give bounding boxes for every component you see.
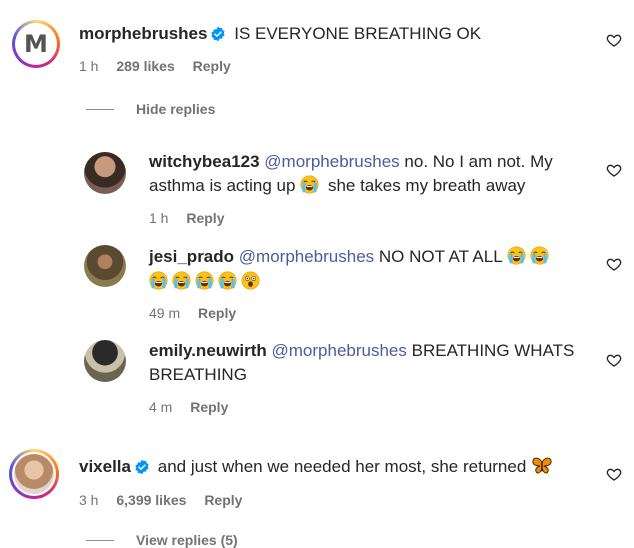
verified-badge-icon [134,459,150,475]
face-with-open-mouth-emoji [241,271,260,290]
reply-text-line-1: witchybea123 @morphebrushes no. No I am … [149,150,553,174]
comment-text: and just when we needed her most, she re… [157,457,527,476]
mention-link[interactable]: @morphebrushes [239,247,374,266]
reply-text: NO NOT AT ALL [378,247,503,266]
avatar[interactable] [84,245,126,287]
username[interactable]: vixella [79,457,131,476]
verified-badge-icon [210,26,226,42]
comment-meta: 3 h 6,399 likes Reply [79,492,256,508]
mention-link[interactable]: @morphebrushes [264,152,399,171]
heart-icon[interactable] [606,256,622,272]
reply-text-line-2: BREATHING [149,363,247,387]
loudly-crying-face-emoji [149,271,168,290]
view-replies-label: View replies (5) [136,532,238,548]
likes-count[interactable]: 6,399 likes [116,492,186,508]
avatar[interactable]: M [12,20,60,68]
heart-icon[interactable] [606,352,622,368]
timestamp[interactable]: 3 h [79,492,98,508]
reply-button[interactable]: Reply [198,305,236,321]
reply-text-line-1: emily.neuwirth @morphebrushes BREATHING … [149,339,574,363]
loudly-crying-face-emoji [507,246,526,265]
reply-meta: 49 m Reply [149,305,250,321]
heart-icon[interactable] [606,466,622,482]
hide-replies-label: Hide replies [136,101,216,117]
reply-button[interactable]: Reply [190,399,228,415]
timestamp[interactable]: 1 h [149,210,168,226]
reply-text: no. No I am not. My [404,152,553,171]
divider [86,109,114,110]
username[interactable]: morphebrushes [79,24,207,43]
reply-text: asthma is acting up [149,176,296,195]
reply-button[interactable]: Reply [186,210,224,226]
username[interactable]: jesi_prado [149,247,234,266]
loudly-crying-face-emoji [218,271,237,290]
hide-replies-button[interactable]: Hide replies [86,101,215,117]
likes-count[interactable]: 289 likes [116,58,174,74]
username[interactable]: emily.neuwirth [149,341,267,360]
loudly-crying-face-emoji [195,271,214,290]
avatar[interactable] [9,449,59,499]
loudly-crying-face-emoji [300,175,319,194]
reply-meta: 1 h Reply [149,210,238,226]
butterfly-emoji [531,455,553,477]
reply-text-line-1: jesi_prado @morphebrushes NO NOT AT ALL [149,245,553,269]
comment-text: IS EVERYONE BREATHING OK [234,24,482,43]
timestamp[interactable]: 4 m [149,399,172,415]
reply-text: BREATHING WHATS [411,341,575,360]
mention-link[interactable]: @morphebrushes [272,341,407,360]
reply-emoji-line [149,270,264,294]
view-replies-button[interactable]: View replies (5) [86,532,238,548]
reply-text-line-2: asthma is acting up she takes my breath … [149,174,525,198]
heart-icon[interactable] [606,32,622,48]
timestamp[interactable]: 49 m [149,305,180,321]
avatar-logo-letter: M [24,30,48,58]
comment-meta: 1 h 289 likes Reply [79,58,245,74]
reply-button[interactable]: Reply [193,58,231,74]
avatar[interactable] [84,152,126,194]
reply-text: BREATHING [149,365,247,384]
heart-icon[interactable] [606,162,622,178]
comment-text-line: vixella and just when we needed her most… [79,455,557,479]
username[interactable]: witchybea123 [149,152,260,171]
reply-button[interactable]: Reply [204,492,242,508]
timestamp[interactable]: 1 h [79,58,98,74]
avatar[interactable] [84,340,126,382]
loudly-crying-face-emoji [172,271,191,290]
reply-text: she takes my breath away [327,176,526,195]
loudly-crying-face-emoji [530,246,549,265]
comment-text-line: morphebrushes IS EVERYONE BREATHING OK [79,22,481,46]
reply-meta: 4 m Reply [149,399,242,415]
